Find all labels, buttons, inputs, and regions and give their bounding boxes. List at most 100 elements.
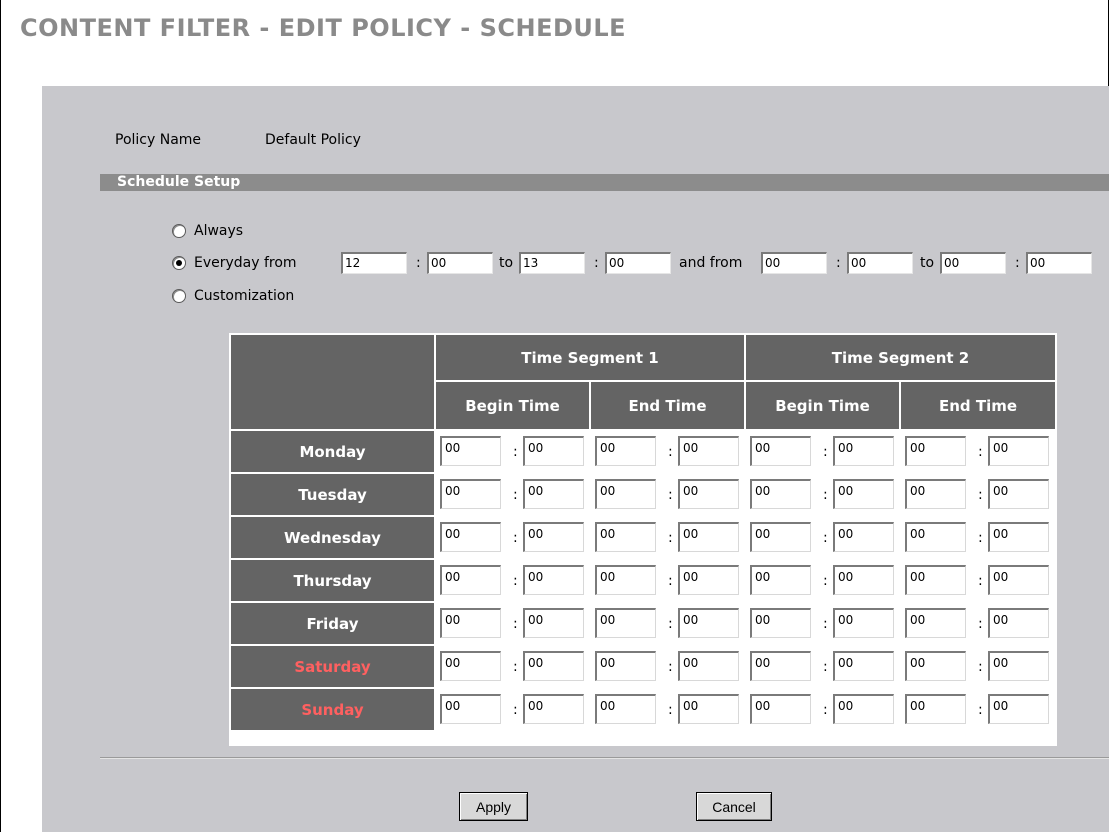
minute-input[interactable]: 00 [523, 479, 584, 509]
colon: : [668, 573, 673, 589]
radio-customization-label: Customization [194, 288, 295, 304]
colon: : [823, 530, 828, 546]
colon: : [668, 530, 673, 546]
colon: : [668, 444, 673, 460]
hour-input[interactable]: 00 [750, 651, 811, 681]
hour-input[interactable]: 00 [595, 651, 656, 681]
minute-input[interactable]: 00 [523, 565, 584, 595]
minute-input[interactable]: 00 [523, 651, 584, 681]
minute-input[interactable]: 00 [833, 651, 894, 681]
colon: : [513, 616, 518, 632]
minute-input[interactable]: 00 [678, 694, 739, 724]
hour-input[interactable]: 00 [440, 565, 501, 595]
minute-input[interactable]: 00 [678, 565, 739, 595]
hour-input[interactable]: 00 [595, 522, 656, 552]
hour-input[interactable]: 00 [905, 479, 966, 509]
day-label-thursday: Thursday [231, 560, 434, 601]
hour-input[interactable]: 00 [750, 522, 811, 552]
radio-always[interactable] [172, 224, 186, 238]
apply-button[interactable]: Apply [459, 792, 528, 821]
minute-input[interactable]: 00 [678, 436, 739, 466]
minute-input[interactable]: 00 [523, 608, 584, 638]
everyday-to2-hour[interactable]: 00 [940, 252, 1006, 274]
hour-input[interactable]: 00 [595, 436, 656, 466]
hour-input[interactable]: 00 [750, 479, 811, 509]
minute-input[interactable]: 00 [523, 694, 584, 724]
minute-input[interactable]: 00 [988, 522, 1049, 552]
hour-input[interactable]: 00 [905, 651, 966, 681]
cancel-button[interactable]: Cancel [696, 792, 772, 821]
day-label-sunday: Sunday [231, 689, 434, 730]
hour-input[interactable]: 00 [595, 608, 656, 638]
minute-input[interactable]: 00 [678, 608, 739, 638]
everyday-to1-min[interactable]: 00 [605, 252, 671, 274]
colon: : [668, 659, 673, 675]
to-label: to [499, 255, 514, 271]
colon: : [513, 530, 518, 546]
hour-input[interactable]: 00 [750, 608, 811, 638]
radio-everyday-row[interactable]: Everyday from [172, 255, 297, 271]
page-title: CONTENT FILTER - EDIT POLICY - SCHEDULE [20, 14, 627, 42]
hour-input[interactable]: 00 [750, 565, 811, 595]
minute-input[interactable]: 00 [988, 651, 1049, 681]
hour-input[interactable]: 00 [905, 694, 966, 724]
colon: : [668, 487, 673, 503]
hour-input[interactable]: 00 [905, 522, 966, 552]
hour-input[interactable]: 00 [440, 479, 501, 509]
radio-always-label: Always [194, 223, 244, 239]
minute-input[interactable]: 00 [833, 608, 894, 638]
minute-input[interactable]: 00 [833, 565, 894, 595]
hour-input[interactable]: 00 [905, 436, 966, 466]
table-corner-header [231, 335, 434, 429]
minute-input[interactable]: 00 [988, 608, 1049, 638]
radio-everyday[interactable] [172, 256, 186, 270]
colon: : [978, 444, 983, 460]
everyday-from2-min[interactable]: 00 [847, 252, 913, 274]
hour-input[interactable]: 00 [750, 694, 811, 724]
colon: : [513, 573, 518, 589]
everyday-to2-min[interactable]: 00 [1026, 252, 1092, 274]
radio-customization[interactable] [172, 289, 186, 303]
hour-input[interactable]: 00 [905, 608, 966, 638]
hour-input[interactable]: 00 [440, 436, 501, 466]
hour-input[interactable]: 00 [595, 694, 656, 724]
minute-input[interactable]: 00 [833, 479, 894, 509]
hour-input[interactable]: 00 [440, 522, 501, 552]
everyday-from1-min[interactable]: 00 [427, 252, 493, 274]
day-label-tuesday: Tuesday [231, 474, 434, 515]
colon: : [978, 702, 983, 718]
colon: : [513, 702, 518, 718]
minute-input[interactable]: 00 [678, 479, 739, 509]
minute-input[interactable]: 00 [988, 436, 1049, 466]
minute-input[interactable]: 00 [523, 522, 584, 552]
minute-input[interactable]: 00 [833, 522, 894, 552]
minute-input[interactable]: 00 [988, 479, 1049, 509]
divider [100, 757, 1109, 759]
colon: : [823, 573, 828, 589]
colon: : [823, 659, 828, 675]
everyday-to1-hour[interactable]: 13 [519, 252, 585, 274]
hour-input[interactable]: 00 [440, 651, 501, 681]
minute-input[interactable]: 00 [833, 436, 894, 466]
day-label-friday: Friday [231, 603, 434, 644]
hour-input[interactable]: 00 [595, 565, 656, 595]
minute-input[interactable]: 00 [678, 651, 739, 681]
radio-customization-row[interactable]: Customization [172, 288, 294, 304]
everyday-from1-hour[interactable]: 12 [341, 252, 407, 274]
hour-input[interactable]: 00 [440, 608, 501, 638]
schedule-table: Time Segment 1 Time Segment 2 Begin Time… [229, 333, 1057, 746]
minute-input[interactable]: 00 [678, 522, 739, 552]
hour-input[interactable]: 00 [440, 694, 501, 724]
minute-input[interactable]: 00 [988, 694, 1049, 724]
hour-input[interactable]: 00 [750, 436, 811, 466]
everyday-from2-hour[interactable]: 00 [761, 252, 827, 274]
hour-input[interactable]: 00 [905, 565, 966, 595]
hour-input[interactable]: 00 [595, 479, 656, 509]
minute-input[interactable]: 00 [523, 436, 584, 466]
minute-input[interactable]: 00 [988, 565, 1049, 595]
radio-always-row[interactable]: Always [172, 223, 243, 239]
minute-input[interactable]: 00 [833, 694, 894, 724]
begin-time-header: Begin Time [436, 382, 589, 429]
schedule-setup-title: Schedule Setup [117, 174, 241, 190]
colon: : [978, 487, 983, 503]
